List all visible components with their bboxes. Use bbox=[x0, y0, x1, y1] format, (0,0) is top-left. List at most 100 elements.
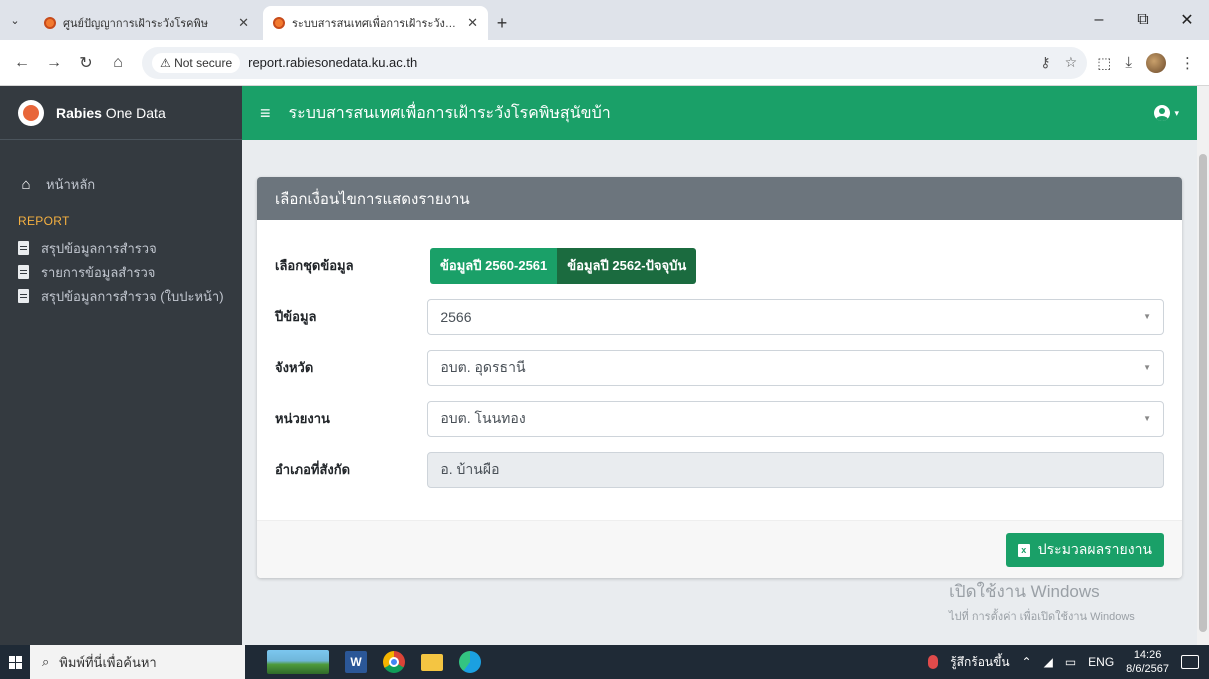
word-icon[interactable]: W bbox=[345, 651, 367, 673]
language-indicator[interactable]: ENG bbox=[1088, 655, 1114, 669]
notification-icon[interactable] bbox=[1181, 655, 1199, 669]
agency-label: หน่วยงาน bbox=[275, 411, 330, 426]
profile-avatar[interactable] bbox=[1146, 52, 1166, 73]
password-key-icon[interactable]: ⚷ bbox=[1040, 54, 1050, 71]
year-label: ปีข้อมูล bbox=[275, 309, 317, 324]
year-select[interactable]: 2566 ▼ bbox=[427, 298, 1164, 335]
card-body: เลือกชุดข้อมูล ข้อมูลปี 2560-2561 ข้อมูล… bbox=[257, 220, 1182, 495]
sidebar-item-label: หน้าหลัก bbox=[46, 176, 96, 192]
chevron-up-icon[interactable]: ⌃ bbox=[1022, 655, 1032, 669]
chrome-icon[interactable] bbox=[383, 651, 405, 673]
user-menu-button[interactable]: ▾ bbox=[1154, 105, 1179, 121]
file-explorer-icon[interactable] bbox=[421, 653, 443, 671]
page-scrollbar[interactable] bbox=[1197, 86, 1209, 645]
windows-logo-icon bbox=[8, 655, 22, 669]
agency-row: หน่วยงาน อบต. โนนทอง ▼ bbox=[275, 393, 1164, 444]
brand-text: Rabies One Data bbox=[56, 105, 166, 121]
tab-title: ระบบสารสนเทศเพื่อการเฝ้าระวังโรคพิ bbox=[292, 18, 461, 30]
window-close-icon[interactable]: ✕ bbox=[1165, 10, 1209, 30]
main-content: เลือกเงื่อนไขการแสดงรายงาน เลือกชุดข้อมู… bbox=[242, 140, 1197, 645]
hamburger-menu-icon[interactable]: ≡ bbox=[260, 103, 271, 124]
sidebar-item-cover-summary[interactable]: สรุปข้อมูลการสำรวจ (ใบปะหน้า) bbox=[0, 284, 242, 308]
home-icon[interactable]: ⌂ bbox=[104, 49, 132, 77]
card-header: เลือกเงื่อนไขการแสดงรายงาน bbox=[257, 177, 1182, 220]
more-menu-icon[interactable]: ⋮ bbox=[1180, 54, 1195, 72]
download-icon[interactable]: ⤓ bbox=[1125, 54, 1132, 71]
back-icon[interactable]: ← bbox=[8, 49, 36, 77]
app-sidebar: Rabies One Data ⌂ หน้าหลัก REPORT สรุปข้… bbox=[0, 86, 242, 645]
sidebar-item-label: สรุปข้อมูลการสำรวจ bbox=[41, 240, 157, 256]
dataset-2560-2561-button[interactable]: ข้อมูลปี 2560-2561 bbox=[430, 247, 558, 284]
agency-select[interactable]: อบต. โนนทอง ▼ bbox=[427, 400, 1164, 437]
start-button[interactable] bbox=[0, 645, 30, 679]
browser-tab-strip: ⌄ ศูนย์ปัญญาการเฝ้าระวังโรคพิษ ✕ ระบบสาร… bbox=[0, 0, 1209, 40]
home-icon: ⌂ bbox=[21, 175, 31, 193]
dataset-2562-present-button[interactable]: ข้อมูลปี 2562-ปัจจุบัน bbox=[557, 247, 697, 284]
district-field: อ. บ้านผือ bbox=[427, 451, 1164, 488]
file-icon bbox=[18, 241, 29, 255]
reload-icon[interactable]: ↻ bbox=[72, 49, 100, 77]
browser-tab-2[interactable]: ระบบสารสนเทศเพื่อการเฝ้าระวังโรคพิ ✕ bbox=[263, 6, 488, 40]
taskbar-search-input[interactable]: ⌕ พิมพ์ที่นี่เพื่อค้นหา bbox=[30, 645, 245, 679]
scrollbar-thumb[interactable] bbox=[1199, 154, 1207, 632]
search-placeholder: พิมพ์ที่นี่เพื่อค้นหา bbox=[59, 654, 157, 670]
caret-down-icon: ▾ bbox=[1174, 107, 1179, 118]
weather-text[interactable]: รู้สึกร้อนขึ้น bbox=[950, 653, 1009, 672]
forward-icon[interactable]: → bbox=[40, 49, 68, 77]
browser-tab-1[interactable]: ศูนย์ปัญญาการเฝ้าระวังโรคพิษ ✕ bbox=[34, 6, 259, 40]
security-label: Not secure bbox=[174, 55, 233, 70]
landscape-widget-icon[interactable] bbox=[267, 650, 329, 674]
browser-toolbar: ← → ↻ ⌂ ⚠ Not secure report.rabiesonedat… bbox=[0, 40, 1209, 86]
new-tab-button[interactable]: + bbox=[488, 6, 516, 40]
sidebar-item-label: รายการข้อมูลสำรวจ bbox=[41, 264, 156, 280]
url-text[interactable]: report.rabiesonedata.ku.ac.th bbox=[248, 55, 1032, 70]
close-icon[interactable]: ✕ bbox=[238, 15, 249, 31]
security-indicator[interactable]: ⚠ Not secure bbox=[152, 52, 241, 73]
windows-activation-watermark: เปิดใช้งาน Windows ไปที่ การตั้งค่า เพื่… bbox=[949, 578, 1135, 625]
thermometer-icon bbox=[928, 655, 939, 669]
district-label: อำเภอที่สังกัด bbox=[275, 462, 351, 477]
dataset-button-group: ข้อมูลปี 2560-2561 ข้อมูลปี 2562-ปัจจุบั… bbox=[430, 247, 697, 284]
tab-search-chevron-icon[interactable]: ⌄ bbox=[0, 0, 30, 40]
brand-link[interactable]: Rabies One Data bbox=[0, 86, 242, 140]
excel-icon: x bbox=[1017, 543, 1030, 557]
battery-icon[interactable]: ▭ bbox=[1065, 655, 1076, 669]
file-icon bbox=[18, 289, 29, 303]
sidebar-item-home[interactable]: ⌂ หน้าหลัก bbox=[0, 172, 242, 196]
caret-down-icon: ▼ bbox=[1143, 312, 1151, 321]
brand-rest: One Data bbox=[101, 104, 166, 121]
close-icon[interactable]: ✕ bbox=[467, 15, 478, 31]
file-icon bbox=[18, 265, 29, 279]
brand-bold: Rabies bbox=[56, 104, 102, 121]
sidebar-item-survey-summary[interactable]: สรุปข้อมูลการสำรวจ bbox=[0, 236, 242, 260]
clock[interactable]: 14:26 8/6/2567 bbox=[1126, 648, 1169, 676]
system-tray: รู้สึกร้อนขึ้น ⌃ ◢ ▭ ENG 14:26 8/6/2567 bbox=[928, 648, 1209, 676]
province-value: อบต. อุดรธานี bbox=[440, 358, 526, 375]
card-footer: x ประมวลผลรายงาน bbox=[257, 520, 1182, 578]
clock-date: 8/6/2567 bbox=[1126, 663, 1169, 675]
district-row: อำเภอที่สังกัด อ. บ้านผือ bbox=[275, 444, 1164, 495]
process-button-label: ประมวลผลรายงาน bbox=[1037, 541, 1152, 557]
bookmark-star-icon[interactable]: ☆ bbox=[1065, 54, 1078, 71]
process-report-button[interactable]: x ประมวลผลรายงาน bbox=[1005, 533, 1164, 567]
search-icon: ⌕ bbox=[42, 654, 50, 669]
address-bar[interactable]: ⚠ Not secure report.rabiesonedata.ku.ac.… bbox=[142, 46, 1088, 79]
agency-value: อบต. โนนทอง bbox=[440, 409, 526, 426]
year-value: 2566 bbox=[440, 308, 472, 325]
watermark-line2: ไปที่ การตั้งค่า เพื่อเปิดใช้งาน Windows bbox=[949, 611, 1135, 623]
province-select[interactable]: อบต. อุดรธานี ▼ bbox=[427, 349, 1164, 386]
extensions-icon[interactable]: ⬚ bbox=[1097, 54, 1111, 72]
dataset-row: เลือกชุดข้อมูล ข้อมูลปี 2560-2561 ข้อมูล… bbox=[275, 240, 1164, 291]
edge-icon[interactable] bbox=[459, 651, 481, 673]
tab-title: ศูนย์ปัญญาการเฝ้าระวังโรคพิษ bbox=[63, 18, 209, 30]
province-row: จังหวัด อบต. อุดรธานี ▼ bbox=[275, 342, 1164, 393]
sidebar-item-label: สรุปข้อมูลการสำรวจ (ใบปะหน้า) bbox=[41, 288, 224, 304]
window-controls: – ⧉ ✕ bbox=[1077, 0, 1209, 40]
province-label: จังหวัด bbox=[275, 360, 314, 375]
network-icon[interactable]: ◢ bbox=[1044, 655, 1053, 669]
restore-icon[interactable]: ⧉ bbox=[1121, 11, 1165, 29]
sidebar-item-survey-list[interactable]: รายการข้อมูลสำรวจ bbox=[0, 260, 242, 284]
minimize-icon[interactable]: – bbox=[1077, 11, 1121, 29]
sidebar-section-header: REPORT bbox=[18, 214, 70, 228]
page-title: ระบบสารสนเทศเพื่อการเฝ้าระวังโรคพิษสุนัข… bbox=[288, 104, 611, 122]
